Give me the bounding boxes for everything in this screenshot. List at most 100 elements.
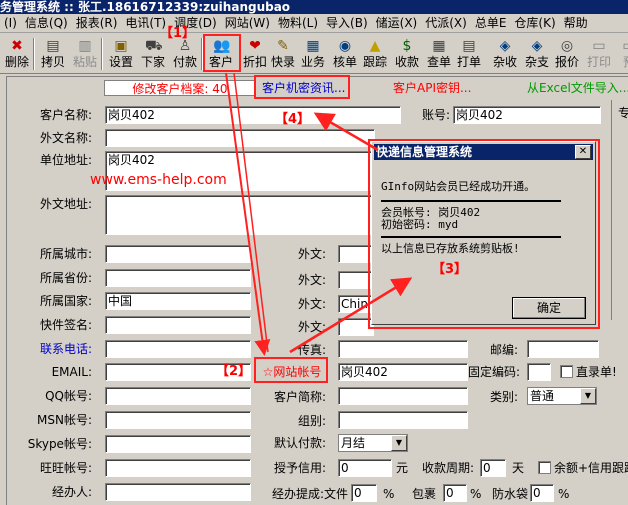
fixed-code-field[interactable] [527, 363, 551, 381]
toolbar-button-14[interactable]: ▤ 打单 [454, 36, 484, 72]
foreign-name-label: 外文名称: [39, 131, 92, 145]
signature-field[interactable] [105, 316, 251, 334]
toolbar-button-5[interactable]: ♙ 付款 [170, 36, 200, 72]
customer-name-field[interactable]: 岗贝402 [105, 106, 401, 124]
menu-item-10[interactable]: 总单E [471, 14, 511, 32]
period-label: 收款周期: [421, 461, 474, 475]
toolbar-button-0[interactable]: ✖ 删除 [2, 36, 32, 72]
tab-excel-import[interactable]: 从Excel文件导入... [527, 80, 628, 96]
toolbar-button-12[interactable]: $ 收款 [392, 36, 422, 72]
toolbar-icon-0: ✖ [11, 38, 23, 54]
menu-item-0[interactable]: (I) [0, 14, 21, 32]
website-account-field[interactable]: 岗贝402 [338, 363, 468, 381]
province-label: 所属省份: [39, 271, 92, 285]
phone-field[interactable] [105, 340, 251, 358]
category-label: 类别: [489, 390, 518, 404]
menu-item-11[interactable]: 仓库(K) [510, 14, 559, 32]
email-label: EMAIL: [51, 365, 92, 379]
toolbar-label: 杂支 [524, 55, 549, 69]
menu-item-8[interactable]: 储运(X) [372, 14, 422, 32]
category-select[interactable]: 普通 ▼ [527, 387, 597, 405]
yuan-unit: 元 [396, 461, 409, 475]
toolbar-button-16[interactable]: ◈ 杂支 [522, 36, 552, 72]
package-field[interactable]: 0 [443, 484, 467, 502]
default-payment-select[interactable]: 月结 ▼ [338, 434, 408, 452]
toolbar-button-3[interactable]: ▣ 设置 [106, 36, 136, 72]
toolbar-label: 业务 [300, 55, 325, 69]
foreign-name-field[interactable] [105, 129, 375, 147]
short-name-label: 客户简称: [273, 390, 326, 404]
country-label: 所属国家: [39, 294, 92, 308]
city-label: 所属城市: [39, 247, 92, 261]
country-field[interactable]: 中国 [105, 292, 251, 310]
percent-unit: % [470, 487, 482, 501]
fixed-code-label: 固定编码: [467, 365, 520, 379]
annotation-3: 【3】 [432, 262, 468, 277]
menu-item-12[interactable]: 帮助 [560, 14, 592, 32]
toolbar-icon-2: ▥ [78, 38, 92, 54]
toolbar-button-10[interactable]: ◉ 核单 [330, 36, 360, 72]
qq-field[interactable] [105, 387, 251, 405]
toolbar-button-8[interactable]: ✎ 快录 [268, 36, 298, 72]
commission-label: 经办提成:文件 [271, 487, 348, 501]
menu-item-7[interactable]: 导入(B) [322, 14, 372, 32]
highlight-customer-button [203, 34, 241, 72]
day-unit: 天 [512, 461, 525, 475]
toolbar-label: 拷贝 [40, 55, 65, 69]
province-field[interactable] [105, 269, 251, 287]
toolbar-label: 核单 [332, 55, 357, 69]
skype-field[interactable] [105, 435, 251, 453]
annotation-4: 【4】 [275, 112, 311, 127]
balance-credit-checkbox[interactable] [538, 461, 551, 474]
group-field[interactable] [338, 411, 468, 429]
wangwang-field[interactable] [105, 459, 251, 477]
toolbar-label: 折扣 [242, 55, 267, 69]
menu-item-9[interactable]: 代派(X) [421, 14, 471, 32]
toolbar-button-13[interactable]: ▦ 查单 [424, 36, 454, 72]
city-field[interactable] [105, 245, 251, 263]
toolbar-button-19[interactable]: ▭预 [614, 36, 628, 72]
skype-label: Skype帐号: [27, 437, 92, 451]
credit-field[interactable]: 0 [338, 459, 392, 477]
account-field[interactable]: 岗贝402 [453, 106, 601, 124]
handler-field[interactable] [105, 483, 251, 501]
toolbar-button-9[interactable]: ▦ 业务 [298, 36, 328, 72]
menu-item-2[interactable]: 报表(R) [72, 14, 122, 32]
menu-bar: (I) 信息(Q) 报表(R) 电讯(T) 调度(D) 网站(W) 物料(L) 导入(B) 储运… [0, 14, 628, 33]
period-field[interactable]: 0 [480, 459, 506, 477]
dropdown-arrow-icon[interactable]: ▼ [580, 388, 596, 404]
signature-foreign-label: 外文: [297, 320, 326, 334]
toolbar-icon-19: ▭ [621, 38, 628, 54]
signature-label: 快件签名: [39, 318, 92, 332]
foreign-address-field[interactable] [105, 195, 375, 235]
commission-file-field[interactable]: 0 [351, 484, 377, 502]
toolbar-button-2[interactable]: ▥ 粘贴 [70, 36, 100, 72]
toolbar-button-7[interactable]: ❤ 折扣 [240, 36, 270, 72]
menu-item-1[interactable]: 信息(Q) [21, 14, 72, 32]
toolbar-button-11[interactable]: ▲ 跟踪 [360, 36, 390, 72]
dropdown-arrow-icon[interactable]: ▼ [391, 435, 407, 451]
short-name-field[interactable] [338, 387, 468, 405]
msn-field[interactable] [105, 411, 251, 429]
waterproof-field[interactable]: 0 [530, 484, 554, 502]
toolbar-button-18[interactable]: ▭ 打印 [584, 36, 614, 72]
tab-edit-archive[interactable]: 修改客户档案: 40 [104, 80, 256, 96]
menu-item-6[interactable]: 物料(L) [274, 14, 322, 32]
toolbar-button-17[interactable]: ◎ 报价 [552, 36, 582, 72]
toolbar-button-4[interactable]: ⛟ 下家 [138, 36, 168, 72]
foreign-address-label: 外文地址: [39, 197, 92, 211]
package-label: 包裹 [411, 487, 436, 501]
toolbar-icon-16: ◈ [531, 38, 543, 54]
toolbar-button-1[interactable]: ▤ 拷贝 [38, 36, 68, 72]
menu-item-5[interactable]: 网站(W) [221, 14, 274, 32]
toolbar-separator [101, 38, 103, 70]
balance-credit-label: 余额+信用跟踪 [554, 461, 628, 475]
tab-api-key[interactable]: 客户API密钥... [393, 80, 471, 96]
group-label: 组别: [297, 414, 326, 428]
postcode-field[interactable] [527, 340, 599, 358]
fax-field[interactable] [338, 340, 468, 358]
toolbar-label: 跟踪 [362, 55, 387, 69]
toolbar-button-15[interactable]: ◈ 杂收 [490, 36, 520, 72]
percent-unit: % [558, 487, 570, 501]
direct-order-checkbox[interactable] [560, 365, 573, 378]
